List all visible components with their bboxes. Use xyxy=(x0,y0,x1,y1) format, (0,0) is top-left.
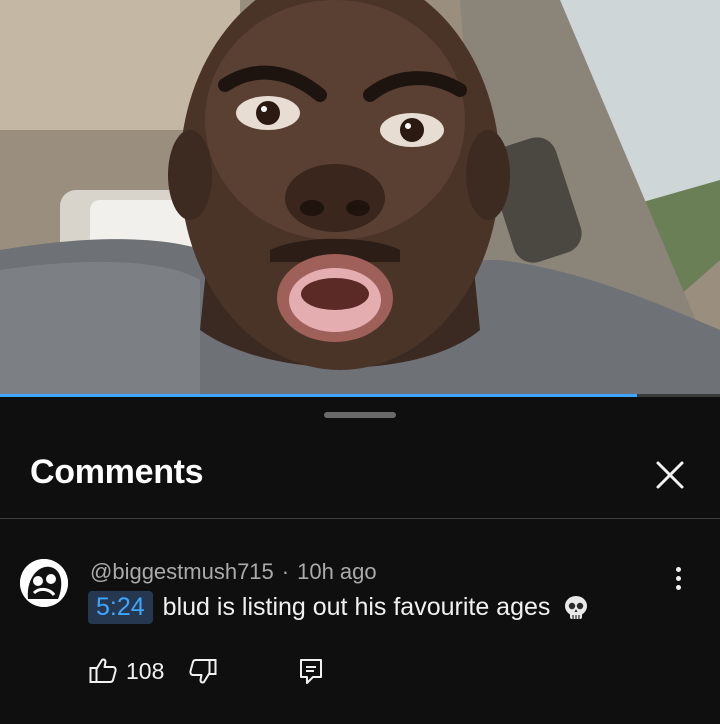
more-options-button[interactable] xyxy=(664,563,692,599)
thumbs-down-icon xyxy=(189,659,217,684)
comment-item: @biggestmush715 · 10h ago 5:24 blud is lis… xyxy=(0,547,720,707)
timestamp-link[interactable]: 5:24 xyxy=(88,591,153,624)
like-count: 108 xyxy=(126,657,165,684)
comment-time: 10h ago xyxy=(297,559,377,584)
reply-button[interactable] xyxy=(296,656,326,686)
like-button[interactable] xyxy=(88,656,118,686)
dislike-button[interactable] xyxy=(188,656,218,686)
comments-panel: Comments @biggestmush715 · 10h ago 5:24 … xyxy=(0,397,720,724)
more-vertical-icon xyxy=(664,567,692,590)
comment-body: 5:24 blud is listing out his favourite a… xyxy=(88,591,590,624)
close-icon xyxy=(656,461,684,489)
comment-actions: 108 xyxy=(88,651,326,691)
comment-text: blud is listing out his favourite ages xyxy=(162,593,551,621)
thumbs-up-icon xyxy=(89,658,117,683)
skull-emoji-icon xyxy=(565,595,588,619)
avatar[interactable] xyxy=(20,559,68,607)
meta-separator: · xyxy=(281,559,290,584)
header-divider xyxy=(0,518,720,519)
avatar-image xyxy=(20,559,68,607)
drag-handle[interactable] xyxy=(324,412,396,418)
comment-meta: @biggestmush715 · 10h ago xyxy=(90,559,377,585)
video-player[interactable] xyxy=(0,0,720,396)
close-button[interactable] xyxy=(650,455,690,495)
comment-author[interactable]: @biggestmush715 xyxy=(90,559,274,584)
reply-icon xyxy=(300,659,323,684)
comments-title: Comments xyxy=(30,453,204,491)
video-frame-image xyxy=(0,0,720,396)
